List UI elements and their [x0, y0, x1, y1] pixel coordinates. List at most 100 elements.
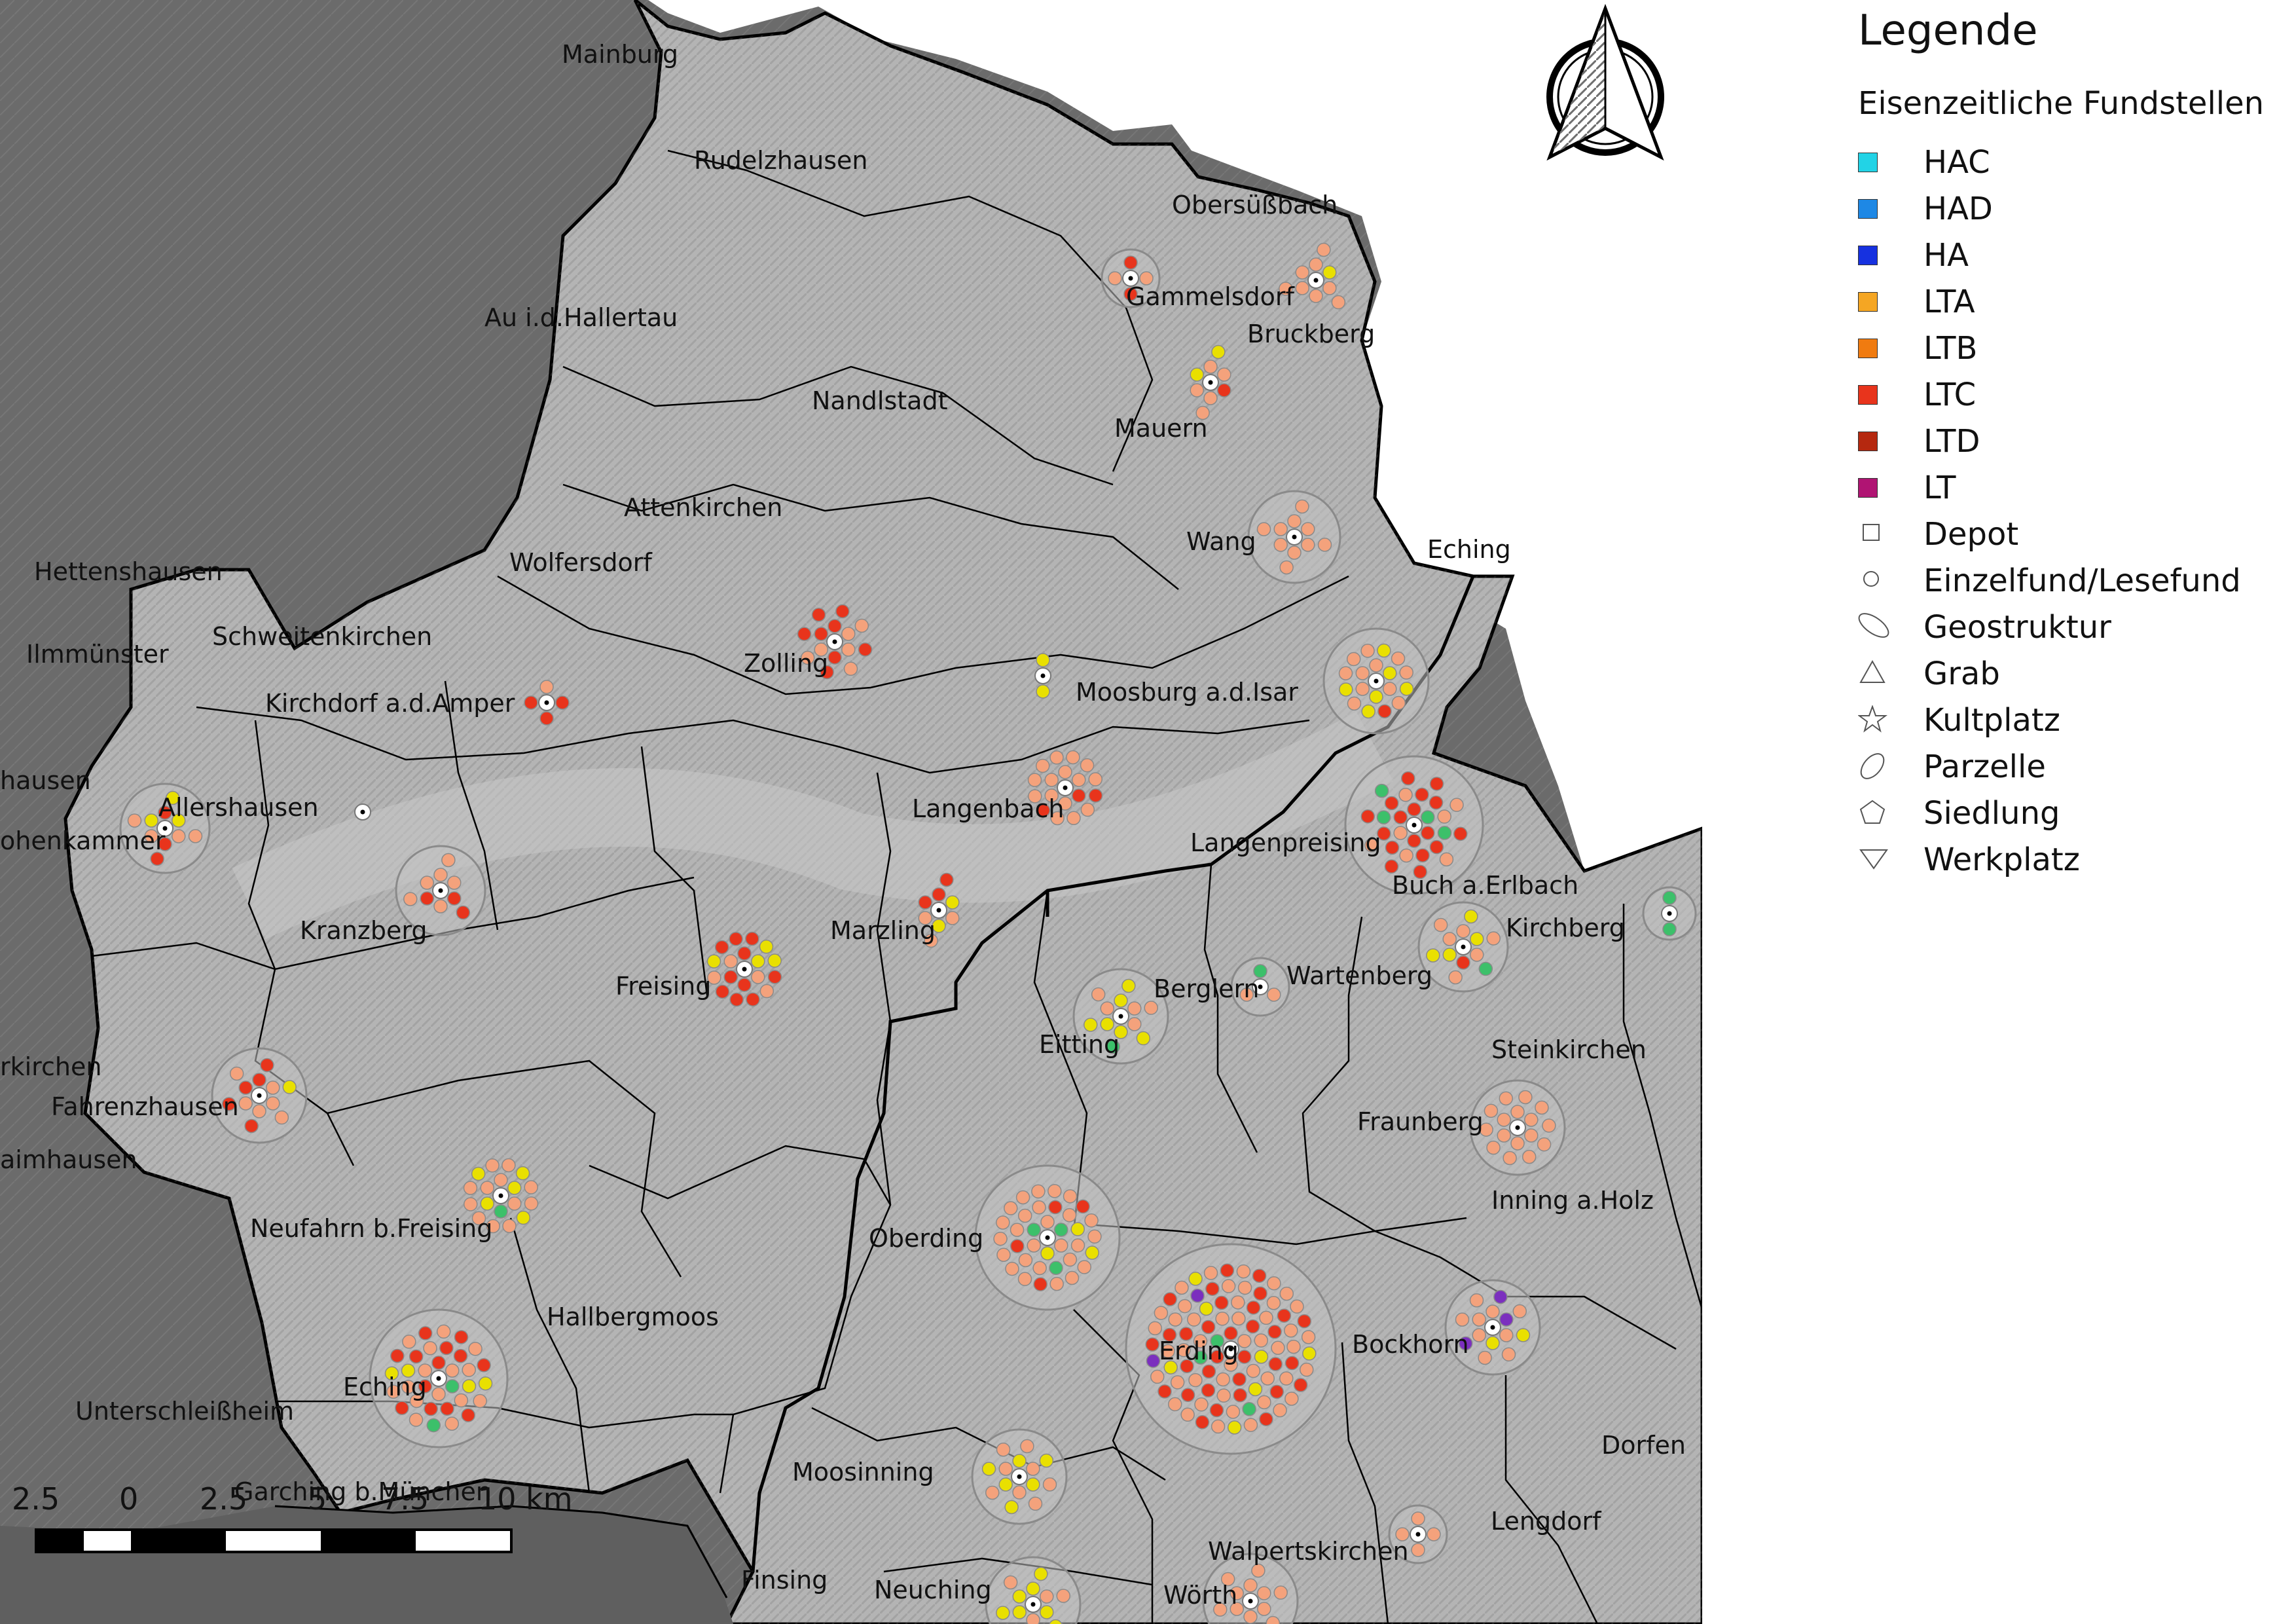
find-dot	[1201, 1383, 1216, 1397]
triangle-icon	[1858, 654, 1905, 693]
legend-label: LTB	[1923, 329, 1978, 367]
find-dot	[555, 695, 570, 710]
legend-item-had: HAD	[1858, 185, 2290, 232]
find-dot	[1062, 1208, 1077, 1223]
find-dot	[797, 627, 812, 641]
find-dot	[1256, 522, 1271, 536]
find-dot	[1243, 1610, 1258, 1624]
find-dot	[1453, 826, 1468, 841]
place-label: Buch a.Erlbach	[1392, 871, 1578, 900]
find-dot	[841, 642, 856, 657]
legend-item-type: Depot	[1858, 511, 2290, 557]
find-dot	[1478, 1350, 1492, 1365]
find-dot	[1251, 1563, 1266, 1578]
find-dot	[1036, 653, 1050, 667]
find-dot	[433, 868, 448, 882]
find-dot	[1017, 1208, 1032, 1223]
find-dot	[1044, 773, 1059, 787]
find-dot	[403, 892, 418, 906]
find-dot	[1295, 281, 1309, 295]
find-dot	[759, 939, 774, 954]
find-dot	[515, 1166, 530, 1181]
find-dot	[1232, 1372, 1247, 1386]
find-dot	[1285, 1392, 1299, 1406]
find-dot	[1374, 783, 1389, 798]
legend-item-hac: HAC	[1858, 139, 2290, 185]
find-dot	[1271, 1340, 1285, 1356]
find-dot	[1209, 1403, 1224, 1418]
find-dot	[746, 992, 760, 1006]
find-site	[1642, 886, 1697, 941]
place-label: Neuching	[874, 1576, 992, 1604]
find-dot	[1215, 1312, 1230, 1326]
find-dot	[751, 970, 765, 984]
find-site	[974, 1164, 1121, 1311]
find-dot	[1287, 545, 1302, 560]
find-dot	[1376, 810, 1391, 824]
find-dot	[1295, 265, 1309, 280]
site-center-dot	[1208, 380, 1213, 385]
find-dot	[1393, 826, 1408, 840]
find-dot	[1277, 1308, 1292, 1323]
find-dot	[1187, 1312, 1201, 1327]
find-dot	[1493, 1289, 1508, 1304]
find-dot	[1114, 993, 1128, 1008]
site-center-dot	[1412, 822, 1417, 828]
find-dot	[1407, 802, 1421, 817]
legend-types: Depot Einzelfund/Lesefund Geostruktur Grab K…	[1858, 511, 2290, 883]
find-dot	[502, 1219, 517, 1233]
find-dot	[1437, 809, 1451, 824]
find-dot	[1279, 560, 1294, 575]
place-label: Mainburg	[562, 40, 678, 69]
find-dot	[729, 992, 744, 1007]
find-dot	[1194, 1397, 1209, 1412]
find-dot	[1032, 1261, 1047, 1276]
find-dot	[1072, 788, 1086, 803]
find-dot	[252, 1104, 266, 1118]
find-dot	[1040, 1215, 1055, 1229]
find-dot	[1279, 1371, 1294, 1386]
legend-item-ha: HA	[1858, 232, 2290, 278]
find-dot	[1510, 1136, 1525, 1151]
find-dot	[454, 1330, 469, 1344]
find-dot	[1286, 1339, 1301, 1354]
legend-item-ltb: LTB	[1858, 325, 2290, 371]
find-dot	[1290, 1299, 1304, 1314]
site-center-dot	[1118, 1014, 1123, 1019]
find-dot	[1399, 682, 1414, 696]
find-dot	[1257, 1586, 1271, 1600]
place-label: Nandlstadt	[812, 386, 947, 415]
site-center-dot	[438, 888, 443, 893]
find-dot	[282, 1080, 297, 1094]
find-dot	[524, 695, 538, 710]
find-dot	[1257, 1602, 1271, 1616]
place-label: Freising	[615, 972, 711, 1001]
find-dot	[1437, 826, 1452, 840]
find-dot	[471, 1166, 486, 1181]
find-dot	[996, 1247, 1011, 1262]
find-dot	[1302, 1346, 1317, 1361]
find-dot	[1245, 1319, 1260, 1334]
legend-label: HAC	[1923, 143, 1990, 181]
find-dot	[1415, 787, 1429, 802]
find-dot	[1004, 1500, 1019, 1515]
find-dot	[1058, 765, 1072, 779]
legend-item-ltd: LTD	[1858, 418, 2290, 464]
find-dot	[1299, 1362, 1314, 1377]
find-dot	[918, 895, 932, 910]
find-dot	[1026, 1581, 1040, 1596]
find-dot	[1005, 1261, 1019, 1276]
find-dot	[1190, 1288, 1205, 1303]
find-dot	[1026, 1462, 1040, 1476]
find-dot	[1273, 522, 1288, 536]
find-dot	[1662, 922, 1677, 936]
find-dot	[1485, 1304, 1500, 1319]
find-dot	[480, 1181, 494, 1195]
place-label: Allershausen	[158, 793, 319, 822]
color-swatch	[1858, 375, 1905, 415]
find-dot	[1012, 1589, 1027, 1604]
find-dot	[1248, 1382, 1263, 1397]
scale-label: 7.5	[381, 1481, 429, 1517]
find-dot	[1026, 1477, 1040, 1492]
find-dot	[1034, 1566, 1048, 1581]
